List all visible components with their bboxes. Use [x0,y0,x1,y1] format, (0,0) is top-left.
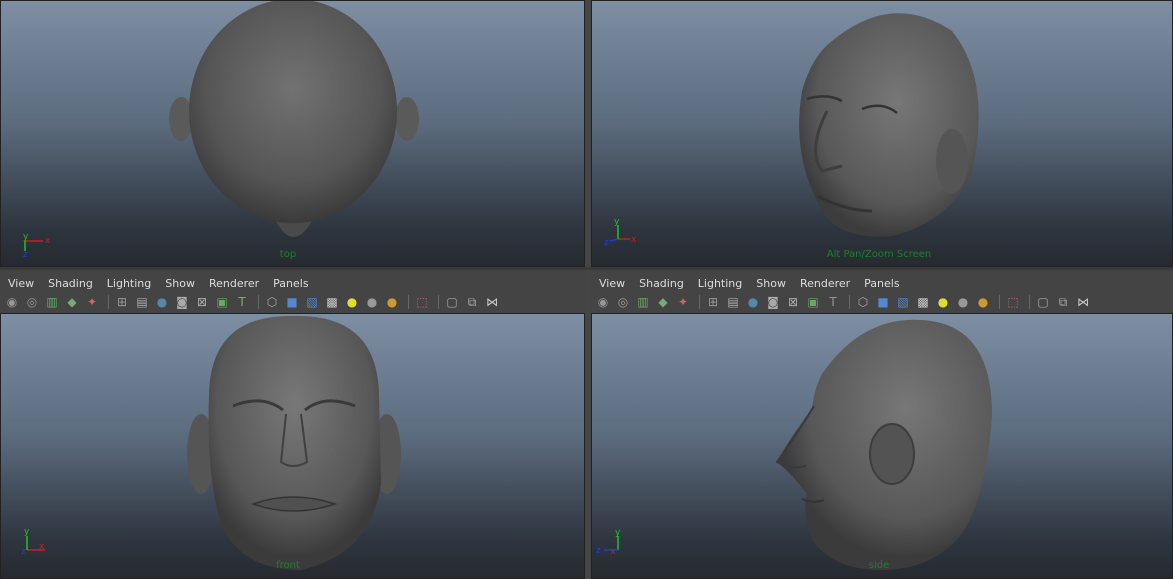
viewport-front[interactable]: y x z front [0,313,585,579]
safe-action-icon[interactable]: ▣ [805,294,821,310]
wireframe-on-shaded-icon[interactable]: ▧ [895,294,911,310]
axis-y-label: y [614,217,620,227]
menu-shading[interactable]: Shading [639,277,684,290]
xray-active-icon[interactable]: ⋈ [484,294,500,310]
camera-select-icon[interactable]: ◉ [4,294,20,310]
xray-joints-icon[interactable]: ⧉ [1055,294,1071,310]
viewport-label-front: front [276,560,300,571]
axis-z-label: z [596,546,601,556]
menu-show[interactable]: Show [756,277,786,290]
field-chart-icon[interactable]: ⊠ [785,294,801,310]
screen-space-ao-icon[interactable]: ● [975,294,991,310]
isolate-select-icon[interactable]: ⬚ [1005,294,1021,310]
2d-pan-icon[interactable]: ✦ [675,294,691,310]
menu-view[interactable]: View [8,277,34,290]
resolution-gate-icon[interactable]: ● [745,294,761,310]
toolbar-separator [108,295,110,309]
2d-pan-icon[interactable]: ✦ [84,294,100,310]
axis-gizmo-top: y x z [23,232,51,259]
menu-renderer[interactable]: Renderer [209,277,259,290]
viewport-label-persp: Alt Pan/Zoom Screen [826,249,932,260]
shadows-icon[interactable]: ● [955,294,971,310]
axis-gizmo-side: y z x [596,528,621,556]
isolate-select-icon[interactable]: ⬚ [414,294,430,310]
viewport-top[interactable]: y x z top [0,0,585,267]
safe-title-icon[interactable]: T [825,294,841,310]
viewport-menubar-left: View Shading Lighting Show Renderer Pane… [0,272,585,294]
default-light-icon[interactable]: ● [344,294,360,310]
axis-y-label: y [23,232,29,242]
camera-select-icon[interactable]: ◉ [595,294,611,310]
viewport-menubar-right: View Shading Lighting Show Renderer Pane… [591,272,1173,294]
default-light-icon[interactable]: ● [935,294,951,310]
head-mesh-front-view [187,315,401,570]
axis-z-label: z [23,250,28,259]
viewport-label-side: side [868,560,890,571]
axis-z-label: z [604,238,609,245]
axis-gizmo-persp: y x z [604,217,637,245]
head-mesh-persp-view [799,13,979,237]
viewport-toolbar-right: ◉ ◎ ▥ ◆ ✦ ⊞ ▤ ● ◙ ⊠ ▣ T ⬡ ■ ▧ ▩ ● ● ● ⬚ ▢ ⧉ ⋈ [591,292,1173,312]
menu-shading[interactable]: Shading [48,277,93,290]
menu-show[interactable]: Show [165,277,195,290]
toolbar-separator [849,295,851,309]
grid-icon[interactable]: ⊞ [114,294,130,310]
image-plane-icon[interactable]: ◆ [64,294,80,310]
axis-x-label: x [631,235,637,245]
head-mesh-top-view [169,1,419,237]
resolution-gate-icon[interactable]: ● [154,294,170,310]
shadows-icon[interactable]: ● [364,294,380,310]
viewport-persp[interactable]: y x z Alt Pan/Zoom Screen [591,0,1173,267]
toolbar-separator [408,295,410,309]
pane-divider-horizontal[interactable] [0,267,1173,270]
grid-icon[interactable]: ⊞ [705,294,721,310]
viewport-toolbar-left: ◉ ◎ ▥ ◆ ✦ ⊞ ▤ ● ◙ ⊠ ▣ T ⬡ ■ ▧ ▩ ● ● ● ⬚ ▢ ⧉ ⋈ [0,292,585,312]
screen-space-ao-icon[interactable]: ● [384,294,400,310]
toolbar-separator [1029,295,1031,309]
axis-y-label: y [24,527,30,537]
toolbar-separator [699,295,701,309]
xray-icon[interactable]: ▢ [1035,294,1051,310]
viewport-label-top: top [279,249,297,260]
xray-joints-icon[interactable]: ⧉ [464,294,480,310]
toolbar-separator [438,295,440,309]
gate-mask-icon[interactable]: ◙ [765,294,781,310]
wireframe-icon[interactable]: ⬡ [855,294,871,310]
head-mesh-side-view [775,319,992,570]
safe-action-icon[interactable]: ▣ [214,294,230,310]
smooth-shade-icon[interactable]: ■ [284,294,300,310]
smooth-shade-icon[interactable]: ■ [875,294,891,310]
axis-gizmo-front: y x z [21,527,45,554]
menu-panels[interactable]: Panels [273,277,308,290]
wireframe-icon[interactable]: ⬡ [264,294,280,310]
bookmark-icon[interactable]: ▥ [44,294,60,310]
viewport-side[interactable]: y z x side [591,313,1173,579]
gate-mask-icon[interactable]: ◙ [174,294,190,310]
image-plane-icon[interactable]: ◆ [655,294,671,310]
camera-attr-icon[interactable]: ◎ [24,294,40,310]
camera-attr-icon[interactable]: ◎ [615,294,631,310]
xray-active-icon[interactable]: ⋈ [1075,294,1091,310]
menu-renderer[interactable]: Renderer [800,277,850,290]
toolbar-separator [258,295,260,309]
textured-icon[interactable]: ▩ [324,294,340,310]
menu-panels[interactable]: Panels [864,277,899,290]
axis-z-label: z [21,547,26,554]
toolbar-separator [999,295,1001,309]
bookmark-icon[interactable]: ▥ [635,294,651,310]
axis-y-label: y [615,528,621,538]
axis-x-label: x [39,542,45,552]
menu-lighting[interactable]: Lighting [698,277,742,290]
axis-x-label: x [610,547,616,556]
menu-lighting[interactable]: Lighting [107,277,151,290]
film-gate-icon[interactable]: ▤ [725,294,741,310]
xray-icon[interactable]: ▢ [444,294,460,310]
textured-icon[interactable]: ▩ [915,294,931,310]
axis-x-label: x [45,236,51,246]
field-chart-icon[interactable]: ⊠ [194,294,210,310]
safe-title-icon[interactable]: T [234,294,250,310]
wireframe-on-shaded-icon[interactable]: ▧ [304,294,320,310]
film-gate-icon[interactable]: ▤ [134,294,150,310]
menu-view[interactable]: View [599,277,625,290]
